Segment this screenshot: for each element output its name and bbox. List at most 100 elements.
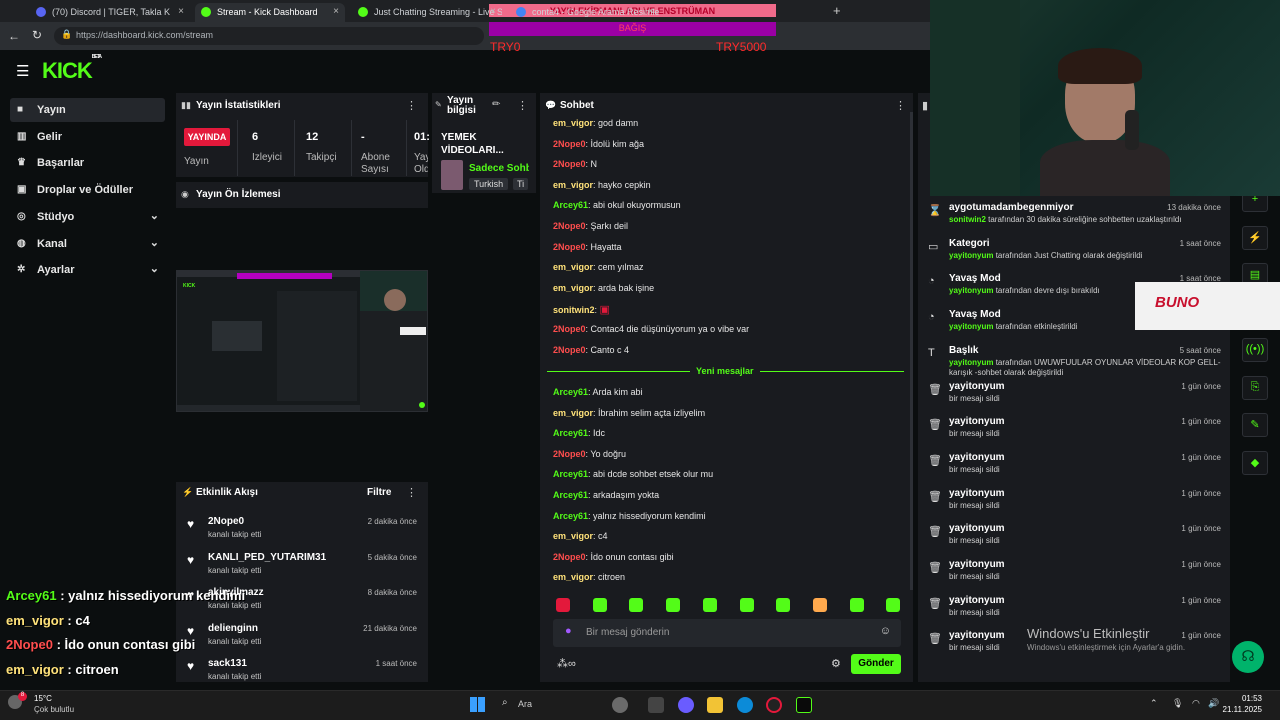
chat-username[interactable]: Arcey61: [553, 200, 588, 210]
stats-more-icon[interactable]: ⋮: [406, 99, 417, 112]
support-button[interactable]: ☊: [1232, 641, 1264, 673]
close-icon[interactable]: ×: [490, 6, 496, 17]
chat-username[interactable]: em_vigor: [553, 118, 593, 128]
log-title[interactable]: yayitonyum: [949, 381, 1005, 392]
chat-message[interactable]: Arcey61: Idc: [553, 428, 605, 438]
browser-tab[interactable]: (70) Discord | TIGER, Takla K ×: [30, 3, 190, 22]
chat-message[interactable]: Arcey61: yalnız hissediyorum kendimi: [553, 511, 706, 521]
chat-username[interactable]: em_vigor: [553, 572, 593, 582]
chat-username[interactable]: em_vigor: [553, 531, 593, 541]
sidebar-item-yay-n[interactable]: ■ Yayın: [10, 98, 165, 122]
chat-username[interactable]: em_vigor: [553, 262, 593, 272]
kick-logo[interactable]: KICKBETA: [42, 54, 102, 84]
chat-message[interactable]: em_vigor: hayko cepkin: [553, 180, 651, 190]
sidebar-item-ba-ar-lar[interactable]: ♛ Başarılar: [10, 151, 165, 175]
chat-message[interactable]: Arcey61: abi dcde sohbet etsek olur mu: [553, 469, 713, 479]
log-title[interactable]: Kategori: [949, 238, 990, 249]
log-title[interactable]: yayitonyum: [949, 630, 1005, 641]
emote-icon[interactable]: [886, 598, 901, 612]
chat-message[interactable]: em_vigor: citroen: [553, 572, 625, 582]
stream-preview[interactable]: KICK: [176, 270, 428, 412]
browser-tab[interactable]: Just Chatting Streaming - Live St ×: [352, 3, 502, 22]
chat-username[interactable]: 2Nope0: [553, 324, 586, 334]
chat-username[interactable]: 2Nope0: [553, 139, 586, 149]
taskbar-search[interactable]: Ara: [518, 699, 532, 709]
emoji-icon[interactable]: ☺: [880, 625, 891, 637]
sidebar-item-kanal[interactable]: ◍ Kanal ⌄: [10, 232, 165, 256]
log-title[interactable]: Yavaş Mod: [949, 273, 1001, 284]
kick-taskbar-icon[interactable]: [796, 697, 812, 713]
chat-username[interactable]: 2Nope0: [553, 552, 586, 562]
log-user[interactable]: yayitonyum: [949, 251, 993, 260]
browser-tab[interactable]: Stream - Kick Dashboard ×: [195, 3, 345, 22]
side-action-button[interactable]: ⎘: [1242, 375, 1268, 400]
filter-button[interactable]: Filtre: [367, 487, 391, 498]
activity-user[interactable]: sack131: [208, 658, 247, 669]
edit-icon[interactable]: ✏: [492, 99, 500, 110]
chat-message[interactable]: em_vigor: İbrahim selim açta izliyelim: [553, 408, 705, 418]
sidebar-item-st-dyo[interactable]: ◎ Stüdyo ⌄: [10, 205, 165, 229]
chat-message[interactable]: 2Nope0: Contac4 die düşünüyorum ya o vib…: [553, 324, 749, 334]
chat-message[interactable]: sonitwin2: ▣: [553, 303, 610, 316]
chat-message[interactable]: em_vigor: cem yılmaz: [553, 262, 644, 272]
mic-tray-icon[interactable]: 🎙: [1172, 698, 1183, 709]
side-action-button[interactable]: ⚡: [1242, 225, 1268, 250]
chat-username[interactable]: 2Nope0: [553, 221, 586, 231]
log-title[interactable]: yayitonyum: [949, 595, 1005, 606]
mic-icon[interactable]: ●: [565, 625, 572, 637]
close-icon[interactable]: ×: [648, 6, 654, 17]
tray-chevron-icon[interactable]: ⌃: [1150, 698, 1158, 709]
url-field[interactable]: 🔒 https://dashboard.kick.com/stream: [54, 27, 484, 45]
chat-message[interactable]: em_vigor: arda bak işine: [553, 283, 654, 293]
back-icon[interactable]: ←: [8, 29, 20, 43]
chat-username[interactable]: em_vigor: [553, 283, 593, 293]
folder-icon[interactable]: [707, 697, 723, 713]
chat-message[interactable]: 2Nope0: Şarkı deil: [553, 221, 628, 231]
log-title[interactable]: yayitonyum: [949, 523, 1005, 534]
close-icon[interactable]: ×: [333, 6, 339, 17]
chat-input[interactable]: ● Bir mesaj gönderin ☺: [553, 619, 901, 647]
category-name[interactable]: Sadece Sohb: [469, 163, 529, 174]
chat-username[interactable]: sonitwin2: [553, 305, 595, 315]
chat-username[interactable]: 2Nope0: [553, 159, 586, 169]
activity-more-icon[interactable]: ⋮: [406, 486, 417, 499]
activity-user[interactable]: delienginn: [208, 623, 258, 634]
close-icon[interactable]: ×: [178, 6, 184, 17]
chat-message[interactable]: 2Nope0: İdolü kim ağa: [553, 139, 644, 149]
menu-icon[interactable]: ☰: [16, 62, 29, 80]
chat-more-icon[interactable]: ⋮: [895, 99, 906, 112]
chat-scrollbar[interactable]: [910, 112, 913, 590]
emote-icon[interactable]: [849, 598, 864, 612]
log-title[interactable]: Yavaş Mod: [949, 309, 1001, 320]
emote-icon[interactable]: [592, 598, 607, 612]
chat-message[interactable]: 2Nope0: Canto c 4: [553, 345, 629, 355]
emote-icon[interactable]: [812, 598, 827, 612]
log-title[interactable]: yayitonyum: [949, 452, 1005, 463]
log-user[interactable]: yayitonyum: [949, 286, 993, 295]
activity-user[interactable]: KANLI_PED_YUTARIM31: [208, 552, 326, 563]
activity-user[interactable]: 2Nope0: [208, 516, 244, 527]
emote-icon[interactable]: [702, 598, 717, 612]
chat-message[interactable]: 2Nope0: İdo onun contası gibi: [553, 552, 674, 562]
send-button[interactable]: Gönder: [851, 654, 901, 674]
chat-username[interactable]: Arcey61: [553, 490, 588, 500]
log-title[interactable]: yayitonyum: [949, 559, 1005, 570]
obs-icon[interactable]: [766, 697, 782, 713]
search-icon[interactable]: ⌕: [502, 697, 508, 708]
chat-message[interactable]: em_vigor: god damn: [553, 118, 638, 128]
points-icon[interactable]: ⁂∞: [557, 657, 576, 670]
side-action-button[interactable]: ◆: [1242, 450, 1268, 475]
log-title[interactable]: yayitonyum: [949, 416, 1005, 427]
chat-username[interactable]: Arcey61: [553, 511, 588, 521]
terminal-icon[interactable]: [648, 697, 664, 713]
chat-message[interactable]: 2Nope0: N: [553, 159, 597, 169]
emote-icon[interactable]: [629, 598, 644, 612]
reload-icon[interactable]: ↻: [32, 28, 42, 42]
sidebar-item-gelir[interactable]: ▥ Gelir: [10, 125, 165, 149]
chat-settings-icon[interactable]: ⚙: [831, 657, 841, 670]
chat-message[interactable]: Arcey61: Arda kim abi: [553, 387, 643, 397]
chat-message[interactable]: em_vigor: c4: [553, 531, 608, 541]
chat-username[interactable]: Arcey61: [553, 469, 588, 479]
chat-username[interactable]: em_vigor: [553, 180, 593, 190]
log-user[interactable]: yayitonyum: [949, 358, 993, 367]
